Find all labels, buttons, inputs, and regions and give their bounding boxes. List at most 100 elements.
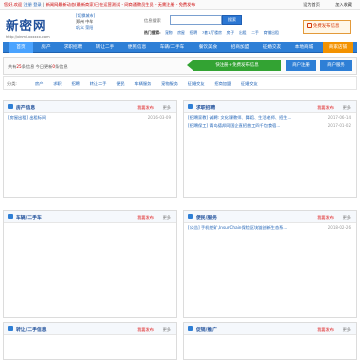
- list-item-date: 2017-01-02: [327, 123, 351, 128]
- merchant-service-button[interactable]: 商户服务: [320, 60, 352, 71]
- site-logo[interactable]: 新密网 http://xinmi.xxxxxx.com: [6, 15, 68, 39]
- category-link[interactable]: 便民: [116, 81, 124, 86]
- list-item-date: 2016-03-09: [147, 114, 171, 120]
- panel-secondhand: 转让/二手信息 我要发布 更多: [3, 322, 177, 360]
- hot-keyword[interactable]: 招聘: [190, 30, 198, 35]
- merchant-register-button[interactable]: 商户注册: [286, 60, 316, 71]
- panel-header: 车辆/二手车 我要发布 更多: [4, 211, 176, 223]
- panel-real-estate: 房产信息 我要发布 更多 [房屋出租] 出租标间 2016-03-09: [3, 100, 177, 198]
- logo-name: 新密网: [6, 18, 47, 33]
- panel-title[interactable]: 求职招聘: [196, 104, 215, 111]
- greeting-text: 您好,: [4, 2, 14, 7]
- post-link[interactable]: 我要发布: [137, 215, 154, 221]
- hot-keyword[interactable]: 7套1厅楼房: [202, 30, 222, 35]
- more-link[interactable]: 更多: [163, 105, 171, 111]
- register-link[interactable]: 注册: [23, 2, 31, 7]
- nav-item-home[interactable]: 首页: [9, 42, 33, 53]
- free-post-button[interactable]: 免费发布信息: [303, 20, 351, 34]
- category-bar: 分类: 房产 求职 招聘 转让二手 便民 车辆服务 宠物服务 征婚交友 招商加盟…: [3, 76, 357, 90]
- nav-item-house[interactable]: 房产: [36, 42, 56, 53]
- more-link[interactable]: 更多: [343, 105, 351, 111]
- top-bar: 您好,欢迎 注册 登录 | 新闻网最新动态(最新商家)已在运营测试 - 网商通教…: [0, 0, 360, 10]
- more-link[interactable]: 更多: [343, 327, 351, 333]
- panel-title[interactable]: 便民/服务: [196, 214, 217, 221]
- list-item-title[interactable]: [招聘家教] 诚聘: 文化课教师、舞蹈、生活老师、招生...: [188, 115, 308, 121]
- nav-item-dating[interactable]: 征婚交友: [257, 42, 287, 53]
- panel-cars: 车辆/二手车 我要发布 更多: [3, 210, 177, 318]
- post-link[interactable]: 我要发布: [137, 327, 154, 333]
- stats-mid: 条信息 今日更新: [21, 64, 53, 69]
- list-item[interactable]: [房屋出租] 出租标间 2016-03-09: [4, 113, 176, 122]
- list-item-title[interactable]: [招聘保工] 青岛德邦同国企直招普工四千包食宿...: [188, 123, 308, 129]
- nav-item-mall[interactable]: 本地商城: [289, 42, 319, 53]
- nav-item-secondhand[interactable]: 转让二手: [90, 42, 120, 53]
- category-links: 房产 求职 招聘 转让二手 便民 车辆服务 宠物服务 征婚交友 招商加盟 征婚交…: [35, 81, 266, 87]
- panel-title[interactable]: 转让/二手信息: [16, 326, 47, 333]
- nav-item-shops[interactable]: 商家店铺: [323, 42, 353, 53]
- announcement-text[interactable]: 新闻网最新动态(最新商家)已在运营测试 - 网商通教员生员 - 无需注册 - 免…: [46, 2, 196, 7]
- search-label: 信息搜索: [144, 18, 161, 23]
- post-link[interactable]: 我要发布: [317, 105, 334, 111]
- list-item[interactable]: [招聘家教] 诚聘: 文化课教师、舞蹈、生活老师、招生... 2017-06-1…: [184, 113, 356, 122]
- list-item-title[interactable]: [公告] 手机挖矿,InsurChain保险区块链创新生态系...: [188, 225, 308, 231]
- set-homepage-link[interactable]: 设为首页: [303, 2, 320, 7]
- panel-jobs: 求职招聘 我要发布 更多 [招聘家教] 诚聘: 文化课教师、舞蹈、生活老师、招生…: [183, 100, 357, 198]
- stats-text: 共有25条信息 今日更新0条信息: [8, 64, 68, 70]
- more-link[interactable]: 更多: [343, 215, 351, 221]
- hot-keyword[interactable]: 宠物: [165, 30, 173, 35]
- panel-header: 房产信息 我要发布 更多: [4, 101, 176, 113]
- hot-keyword[interactable]: 房屋: [177, 30, 185, 35]
- panel-promotions: 促销/推广 我要发布 更多: [183, 322, 357, 360]
- panel-title[interactable]: 促销/推广: [196, 326, 217, 333]
- car-icon: [8, 214, 13, 219]
- search-input[interactable]: [170, 15, 222, 25]
- panel-title[interactable]: 车辆/二手车: [16, 214, 42, 221]
- top-bar-right: 设为首页 加入收藏: [289, 2, 352, 8]
- category-link[interactable]: 转让二手: [90, 81, 107, 86]
- category-link[interactable]: 房产: [35, 81, 43, 86]
- panel-header: 促销/推广 我要发布 更多: [184, 323, 356, 335]
- nav-item-cars[interactable]: 车辆/二手车: [153, 42, 191, 53]
- list-item[interactable]: [公告] 手机挖矿,InsurChain保险区块链创新生态系... 2018-0…: [184, 223, 356, 232]
- nav-item-jobs[interactable]: 求职招聘: [58, 42, 88, 53]
- hot-keyword[interactable]: 二手: [251, 30, 259, 35]
- post-link[interactable]: 我要发布: [317, 327, 334, 333]
- separator: |: [42, 2, 45, 7]
- list-item[interactable]: [招聘保工] 青岛德邦同国企直招普工四千包食宿... 2017-01-02: [184, 122, 356, 131]
- top-bar-links: 您好,欢迎 注册 登录 | 新闻网最新动态(最新商家)已在运营测试 - 网商通教…: [4, 2, 195, 8]
- category-link[interactable]: 征婚交友: [188, 81, 205, 86]
- panel-header: 转让/二手信息 我要发布 更多: [4, 323, 176, 335]
- panel-title[interactable]: 房产信息: [16, 104, 35, 111]
- search-button[interactable]: 搜索: [222, 15, 242, 25]
- main-nav: 首页 房产 求职招聘 转让二手 便民信息 车辆/二手车 餐饮美食 招商加盟 征婚…: [3, 42, 357, 53]
- panel-header: 便民/服务 我要发布 更多: [184, 211, 356, 223]
- add-favorite-link[interactable]: 加入收藏: [335, 2, 352, 7]
- category-link[interactable]: 招商加盟: [214, 81, 231, 86]
- nav-item-services[interactable]: 便民信息: [122, 42, 152, 53]
- house-icon: [8, 104, 13, 109]
- hot-keyword[interactable]: 出租: [239, 30, 247, 35]
- nav-item-franchise[interactable]: 招商加盟: [225, 42, 255, 53]
- stats-suffix: 条信息: [55, 64, 68, 69]
- logo-url: http://xinmi.xxxxxx.com: [6, 35, 50, 39]
- post-link[interactable]: 我要发布: [317, 215, 334, 221]
- register-post-button[interactable]: 快注册+免费发布信息: [187, 60, 281, 71]
- login-link[interactable]: 登录: [33, 2, 41, 7]
- category-link[interactable]: 征婚交友: [241, 81, 258, 86]
- hot-keyword[interactable]: 房子: [227, 30, 235, 35]
- category-link[interactable]: 车辆服务: [135, 81, 152, 86]
- list-item-title[interactable]: [房屋出租] 出租标间: [8, 115, 128, 121]
- nav-item-food[interactable]: 餐饮美食: [193, 42, 223, 53]
- welcome-link[interactable]: 欢迎: [14, 2, 22, 7]
- city-option-2[interactable]: 巩义 荥阳: [76, 25, 106, 31]
- category-link[interactable]: 宠物服务: [161, 81, 178, 86]
- more-link[interactable]: 更多: [163, 327, 171, 333]
- list-item-date: 2017-06-14: [327, 114, 351, 120]
- category-link[interactable]: 求职: [53, 81, 61, 86]
- category-link[interactable]: 招聘: [71, 81, 79, 86]
- more-link[interactable]: 更多: [163, 215, 171, 221]
- service-icon: [188, 214, 193, 219]
- post-link[interactable]: 我要发布: [137, 105, 154, 111]
- exchange-icon: [8, 326, 13, 331]
- hot-keyword[interactable]: 商铺出租: [264, 30, 279, 35]
